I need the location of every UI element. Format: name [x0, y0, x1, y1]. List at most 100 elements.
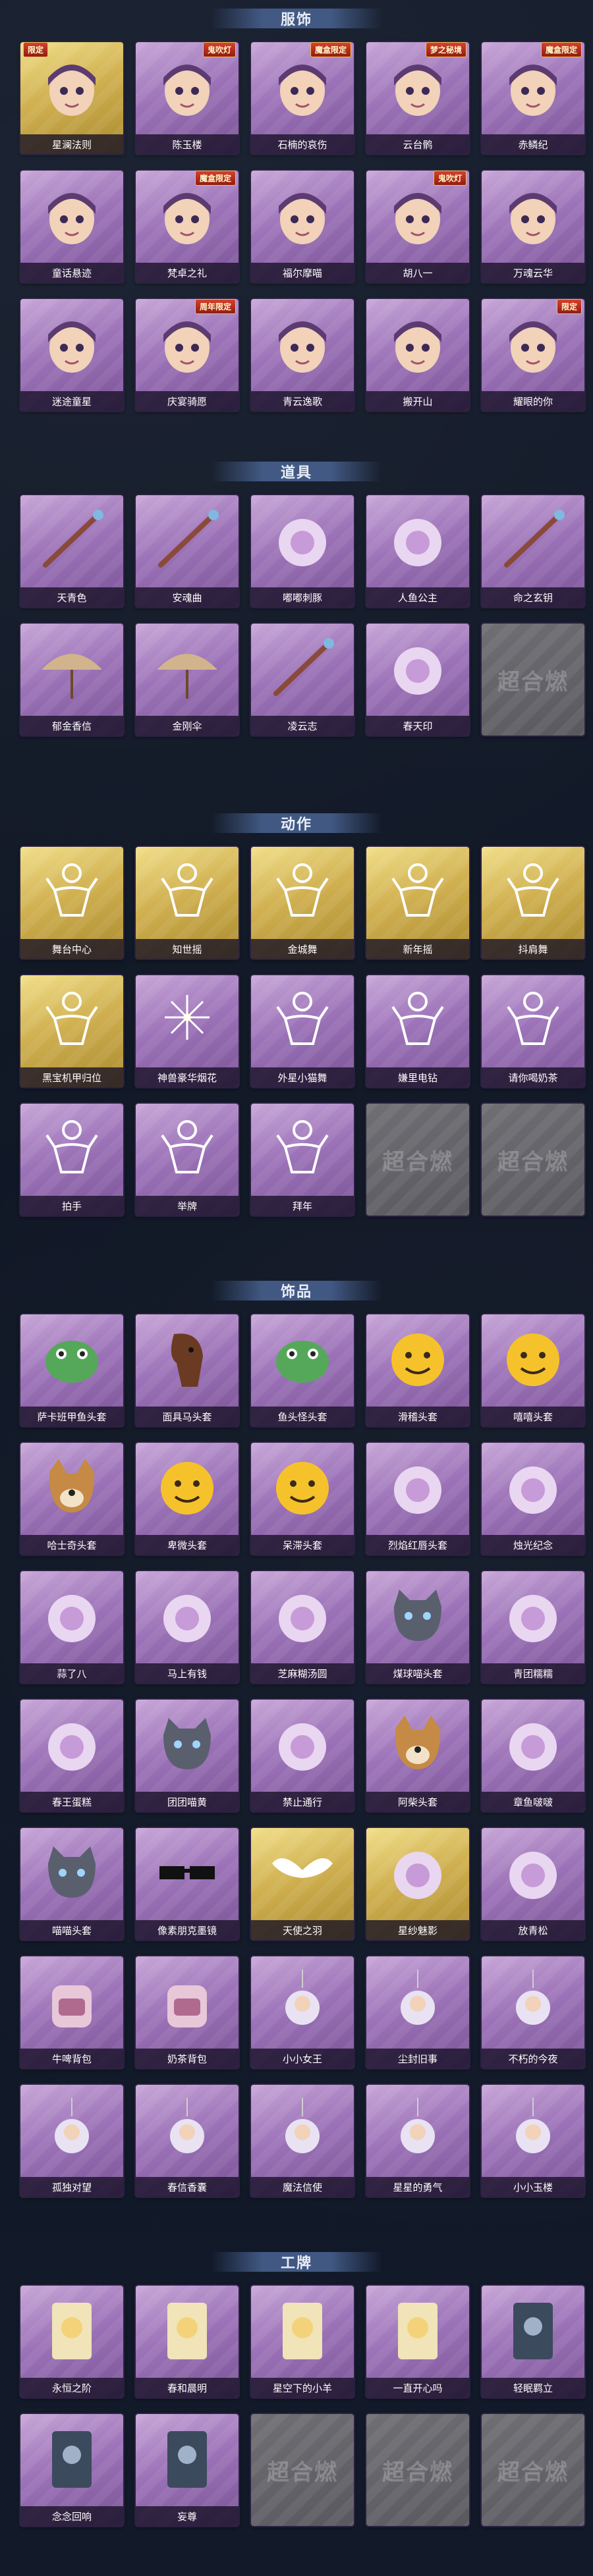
character-portrait-icon [148, 308, 227, 381]
item-card[interactable]: 举牌 [136, 1104, 239, 1216]
item-card[interactable]: 蒜了八 [20, 1571, 123, 1683]
item-card[interactable]: 奶茶背包 [136, 1956, 239, 2068]
item-name: 春信香囊 [136, 2177, 239, 2197]
garlic-icon [32, 1580, 111, 1653]
item-card[interactable]: 萨卡班甲鱼头套 [20, 1314, 123, 1426]
item-card[interactable]: 尘封旧事 [366, 1956, 469, 2068]
item-name: 面具马头套 [136, 1407, 239, 1426]
item-card[interactable]: 云台鹘 梦之秘境 [366, 42, 469, 154]
item-card[interactable]: 外星小猫舞 [251, 975, 354, 1087]
item-card[interactable]: 牛啤背包 [20, 1956, 123, 2068]
item-card[interactable]: 小小玉楼 [482, 2085, 584, 2197]
item-card[interactable]: 迷途童星 [20, 299, 123, 411]
item-card[interactable]: 星纱魅影 [366, 1828, 469, 1940]
item-card[interactable]: 章鱼啵啵 [482, 1700, 584, 1811]
item-card[interactable]: 青云逸歌 [251, 299, 354, 411]
item-card[interactable]: 念念回响 [20, 2414, 123, 2526]
item-card[interactable]: 万魂云华 [482, 171, 584, 282]
card-frame: 迷途童星 [20, 299, 123, 411]
card-frame: 妄尊 [136, 2414, 239, 2526]
item-card[interactable]: 搬开山 [366, 299, 469, 411]
item-card[interactable]: 梵卓之礼 魔盒限定 [136, 171, 239, 282]
item-card[interactable]: 烛光纪念 [482, 1443, 584, 1555]
item-card[interactable]: 郁金香信 [20, 624, 123, 736]
octopus-icon [494, 1709, 573, 1781]
item-card[interactable]: 春和晨明 [136, 2286, 239, 2398]
emoji-face-icon [494, 1324, 573, 1396]
item-card[interactable]: 知世摇 [136, 847, 239, 959]
item-card[interactable]: 煤球喵头套 [366, 1571, 469, 1683]
item-card[interactable]: 拜年 [251, 1104, 354, 1216]
item-card[interactable]: 嘻嘻头套 [482, 1314, 584, 1426]
item-card[interactable]: 孤独对望 [20, 2085, 123, 2197]
item-card[interactable]: 魔法信使 [251, 2085, 354, 2197]
item-card[interactable]: 嘟嘟刺豚 [251, 495, 354, 607]
item-card[interactable]: 春王蛋糕 [20, 1700, 123, 1811]
item-card[interactable]: 胡八一 鬼吹灯 [366, 171, 469, 282]
card-frame: 禁止通行 [251, 1700, 354, 1811]
item-card[interactable]: 妄尊 [136, 2414, 239, 2526]
item-card[interactable]: 童话悬迹 [20, 171, 123, 282]
item-card[interactable]: 卑微头套 [136, 1443, 239, 1555]
item-card[interactable]: 星澜法则 限定 [20, 42, 123, 154]
item-name: 禁止通行 [251, 1792, 354, 1811]
item-card[interactable]: 烈焰红唇头套 [366, 1443, 469, 1555]
item-card[interactable]: 小小女王 [251, 1956, 354, 2068]
item-card[interactable]: 永恒之阶 [20, 2286, 123, 2398]
item-card[interactable]: 芝麻糊汤圆 [251, 1571, 354, 1683]
empty-slot-card[interactable]: 超合燃 [366, 2414, 469, 2526]
item-card[interactable]: 庆宴骑愿 周年限定 [136, 299, 239, 411]
item-card[interactable]: 舞台中心 [20, 847, 123, 959]
item-card[interactable]: 星空下的小羊 [251, 2286, 354, 2398]
item-name: 星星的勇气 [366, 2177, 469, 2197]
item-card[interactable]: 像素朋克墨镜 [136, 1828, 239, 1940]
item-card[interactable]: 青团糯糯 [482, 1571, 584, 1683]
item-card[interactable]: 不朽的今夜 [482, 1956, 584, 2068]
item-card[interactable]: 喵喵头套 [20, 1828, 123, 1940]
item-card[interactable]: 团团喵黄 [136, 1700, 239, 1811]
backpack-icon [148, 1966, 227, 2038]
item-card[interactable]: 阿柴头套 [366, 1700, 469, 1811]
item-card[interactable]: 面具马头套 [136, 1314, 239, 1426]
item-card[interactable]: 禁止通行 [251, 1700, 354, 1811]
item-card[interactable]: 马上有钱 [136, 1571, 239, 1683]
item-card[interactable]: 天使之羽 [251, 1828, 354, 1940]
item-card[interactable]: 星星的勇气 [366, 2085, 469, 2197]
item-card[interactable]: 春信香囊 [136, 2085, 239, 2197]
item-card[interactable]: 命之玄钥 [482, 495, 584, 607]
item-card[interactable]: 福尔摩喵 [251, 171, 354, 282]
item-card[interactable]: 一直开心吗 [366, 2286, 469, 2398]
item-card[interactable]: 拍手 [20, 1104, 123, 1216]
item-card[interactable]: 凌云志 [251, 624, 354, 736]
item-card[interactable]: 抖肩舞 [482, 847, 584, 959]
wings-icon [263, 1837, 342, 1910]
item-card[interactable]: 石楠的哀伤 魔盒限定 [251, 42, 354, 154]
item-card[interactable]: 新年摇 [366, 847, 469, 959]
item-card[interactable]: 金刚伞 [136, 624, 239, 736]
item-card[interactable]: 赤鳞纪 魔盒限定 [482, 42, 584, 154]
card-frame: 卑微头套 [136, 1443, 239, 1555]
item-card[interactable]: 鱼头怪头套 [251, 1314, 354, 1426]
empty-slot-card[interactable]: 超合燃 [482, 2414, 584, 2526]
item-card[interactable]: 黑宝机甲归位 [20, 975, 123, 1087]
item-card[interactable]: 呆滞头套 [251, 1443, 354, 1555]
item-card[interactable]: 滑稽头套 [366, 1314, 469, 1426]
empty-slot-card[interactable]: 超合燃 [482, 624, 584, 736]
empty-slot-card[interactable]: 超合燃 [482, 1104, 584, 1216]
item-card[interactable]: 春天印 [366, 624, 469, 736]
item-card[interactable]: 轻眠羁立 [482, 2286, 584, 2398]
item-card[interactable]: 请你喝奶茶 [482, 975, 584, 1087]
item-card[interactable]: 金城舞 [251, 847, 354, 959]
item-card[interactable]: 天青色 [20, 495, 123, 607]
empty-slot-card[interactable]: 超合燃 [366, 1104, 469, 1216]
item-card[interactable]: 安魂曲 [136, 495, 239, 607]
card-frame: 庆宴骑愿 [136, 299, 239, 411]
item-card[interactable]: 嫌里电钻 [366, 975, 469, 1087]
item-card[interactable]: 陈玉楼 鬼吹灯 [136, 42, 239, 154]
item-card[interactable]: 放青松 [482, 1828, 584, 1940]
empty-slot-card[interactable]: 超合燃 [251, 2414, 354, 2526]
item-card[interactable]: 神兽豪华烟花 [136, 975, 239, 1087]
item-card[interactable]: 耀眼的你 限定 [482, 299, 584, 411]
item-card[interactable]: 哈士奇头套 [20, 1443, 123, 1555]
item-card[interactable]: 人鱼公主 [366, 495, 469, 607]
